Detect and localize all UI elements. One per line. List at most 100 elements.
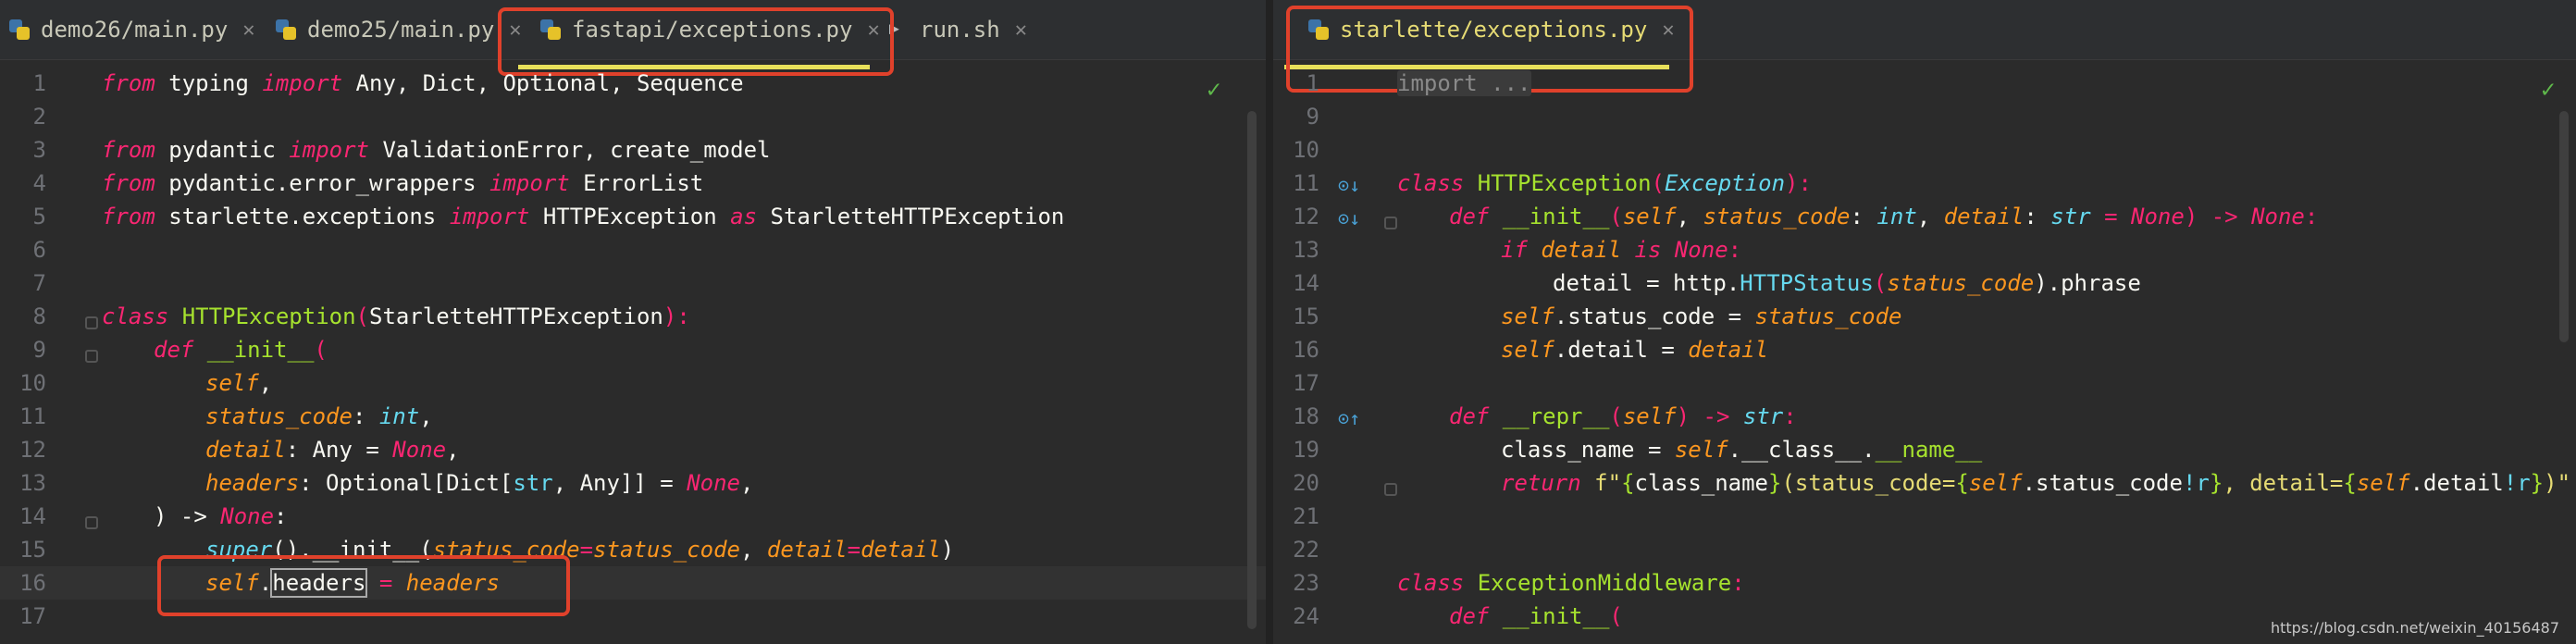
python-file-icon (7, 18, 31, 42)
python-file-icon (274, 18, 298, 42)
self-ref: self (2356, 470, 2410, 496)
fold-icon[interactable] (85, 516, 98, 529)
close-icon[interactable]: ✕ (242, 19, 254, 42)
code-line-23: class ExceptionMiddleware: (1397, 566, 1745, 600)
line-number: 7 (32, 270, 46, 296)
paren: ( (355, 303, 369, 329)
param: headers (205, 470, 300, 496)
none-literal: None (392, 437, 447, 463)
checkmark-icon: ✓ (2541, 76, 2556, 104)
line-number: 17 (1293, 370, 1319, 396)
close-icon[interactable]: ✕ (1015, 19, 1027, 42)
kw-class: class (1397, 570, 1465, 596)
kw-import: import (262, 70, 343, 96)
code-line-1: import ... (1397, 67, 1531, 100)
colon: : (1850, 204, 1877, 229)
code-line-10: self, (205, 366, 272, 400)
code-line-24: def __init__( (1449, 600, 1623, 633)
equals: = (2090, 204, 2132, 229)
line-number: 9 (1306, 104, 1319, 130)
annotation: , Any]] = (552, 470, 687, 496)
conversion: !r (2503, 470, 2531, 496)
code-line-9: def __init__( (154, 333, 328, 366)
colon: : (2304, 204, 2319, 229)
class-name: HTTPException (168, 303, 356, 329)
comma: , (1916, 204, 1944, 229)
line-number: 9 (32, 337, 46, 363)
string: )" (2544, 470, 2571, 496)
override-icon[interactable]: ⊙↓ (1338, 174, 1360, 196)
fold-icon[interactable] (1384, 483, 1397, 496)
tab-demo26-main[interactable]: demo26/main.py ✕ (7, 0, 255, 59)
kw-from: from (102, 170, 155, 196)
code-line-1: from typing import Any, Dict, Optional, … (102, 67, 744, 100)
arrow: ) -> (154, 503, 221, 529)
tab-label: demo26/main.py (41, 17, 229, 43)
code-line-14: detail = http.HTTPStatus(status_code).ph… (1553, 266, 2141, 300)
kw-from: from (102, 137, 155, 163)
line-number: 19 (1293, 437, 1319, 463)
code-line-8: class HTTPException(StarletteHTTPExcepti… (102, 300, 690, 333)
module: pydantic.error_wrappers (155, 170, 490, 196)
self-param: self (1622, 204, 1677, 229)
line-number: 11 (19, 403, 46, 429)
code-line-13: headers: Optional[Dict[str, Any]] = None… (205, 466, 753, 500)
comma: , (446, 437, 460, 463)
fold-icon[interactable] (85, 350, 98, 363)
line-number: 12 (19, 437, 46, 463)
colon: : (2024, 204, 2051, 229)
line-number: 20 (1293, 470, 1319, 496)
override-icon[interactable]: ⊙↓ (1338, 207, 1360, 229)
string: " (1607, 470, 1622, 496)
vertical-scrollbar[interactable] (1247, 111, 1257, 629)
assign: detail = http. (1553, 270, 1740, 296)
fold-icon[interactable] (1384, 217, 1397, 229)
fold-icon[interactable] (85, 316, 98, 329)
brace: { (2343, 470, 2357, 496)
attr: .detail (2409, 470, 2504, 496)
vertical-scrollbar[interactable] (2559, 111, 2569, 342)
var: class_name (1634, 470, 1769, 496)
colon: : (274, 503, 288, 529)
override-icon[interactable]: ⊙↑ (1338, 407, 1360, 429)
code-line-4: from pydantic.error_wrappers import Erro… (102, 167, 703, 200)
line-number: 6 (32, 237, 46, 263)
kw-is: is (1621, 237, 1675, 263)
editor-splitter[interactable] (1266, 0, 1273, 644)
attr: ).phrase (2034, 270, 2141, 296)
paren: ): (1785, 170, 1812, 196)
tab-demo25-main[interactable]: demo25/main.py ✕ (274, 0, 522, 59)
kwarg: detail (766, 537, 848, 563)
code-line-18: def __repr__(self) -> str: (1449, 400, 1797, 433)
kw-class: class (1397, 170, 1465, 196)
class-ref: HTTPStatus (1740, 270, 1874, 296)
line-number: 13 (1293, 237, 1319, 263)
comma: , (740, 470, 754, 496)
fstring-prefix: f (1580, 470, 1608, 496)
line-number: 23 (1293, 570, 1319, 596)
comma: , (258, 370, 273, 396)
line-number: 14 (1293, 270, 1319, 296)
value: status_code (1754, 303, 1902, 329)
none-literal: None (1674, 237, 1728, 263)
brace: } (1768, 470, 1782, 496)
line-number: 17 (19, 603, 46, 629)
kw-import: import (289, 137, 369, 163)
tab-run-sh[interactable]: run.sh ✕ (886, 0, 1027, 59)
code-line-14: ) -> None: (154, 500, 288, 533)
colon: : (1731, 570, 1745, 596)
none-literal: None (2131, 204, 2185, 229)
annotation-box-code (157, 555, 570, 616)
kw-if: if (1501, 237, 1528, 263)
line-number: 3 (32, 137, 46, 163)
param: status_code (1703, 204, 1851, 229)
param: status_code (205, 403, 353, 429)
code-line-3: from pydantic import ValidationError, cr… (102, 133, 770, 167)
self-ref: self (1674, 437, 1728, 463)
folded-imports[interactable]: import ... (1397, 70, 1531, 96)
code-line-19: class_name = self.__class__.__name__ (1501, 433, 1982, 466)
line-number: 24 (1293, 603, 1319, 629)
line-number: 13 (19, 470, 46, 496)
brace: } (2209, 470, 2223, 496)
paren: ( (314, 337, 328, 363)
